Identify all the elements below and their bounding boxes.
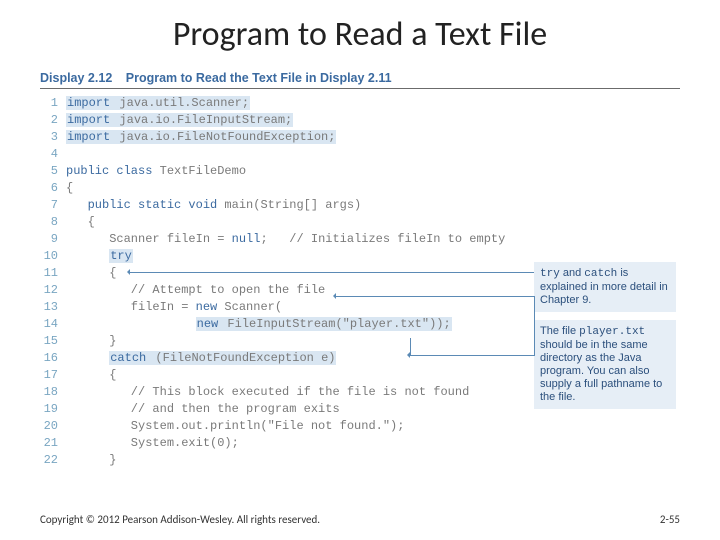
- note2-t1: The file: [540, 325, 579, 337]
- callout-player-file: The file player.txt should be in the sam…: [534, 320, 676, 409]
- page-number: 2-55: [660, 513, 680, 526]
- note2-kw: player.txt: [579, 326, 645, 338]
- slide-footer: Copyright © 2012 Pearson Addison-Wesley.…: [40, 513, 680, 526]
- display-label: Display 2.12: [40, 71, 112, 85]
- code-line: 5public class TextFileDemo: [40, 163, 680, 180]
- display-header: Display 2.12 Program to Read the Text Fi…: [40, 71, 680, 89]
- arrow-to-try: [130, 272, 534, 273]
- code-line: 8 {: [40, 214, 680, 231]
- arrow-to-catch: [336, 296, 534, 297]
- note1-t1: and: [560, 267, 584, 279]
- slide-title: Program to Read a Text File: [0, 0, 720, 59]
- note1-kw2: catch: [584, 268, 617, 280]
- code-line: 4: [40, 146, 680, 163]
- code-line: 20 System.out.println("File not found.")…: [40, 418, 680, 435]
- code-line: 6{: [40, 180, 680, 197]
- note1-kw1: try: [540, 268, 560, 280]
- note2-t2: should be in the same directory as the J…: [540, 339, 662, 403]
- arrow-to-fileinput: [410, 355, 534, 356]
- code-line: 21 System.exit(0);: [40, 435, 680, 452]
- display-title: Program to Read the Text File in Display…: [126, 71, 392, 85]
- code-line: 3import java.io.FileNotFoundException;: [40, 129, 680, 146]
- code-line: 22 }: [40, 452, 680, 469]
- code-line: 7 public static void main(String[] args): [40, 197, 680, 214]
- callout-try-catch: try and catch is explained in more detai…: [534, 262, 676, 312]
- code-line: 1import java.util.Scanner;: [40, 95, 680, 112]
- code-line: 9 Scanner fileIn = null; // Initializes …: [40, 231, 680, 248]
- copyright-text: Copyright © 2012 Pearson Addison-Wesley.…: [40, 513, 320, 526]
- code-line: 2import java.io.FileInputStream;: [40, 112, 680, 129]
